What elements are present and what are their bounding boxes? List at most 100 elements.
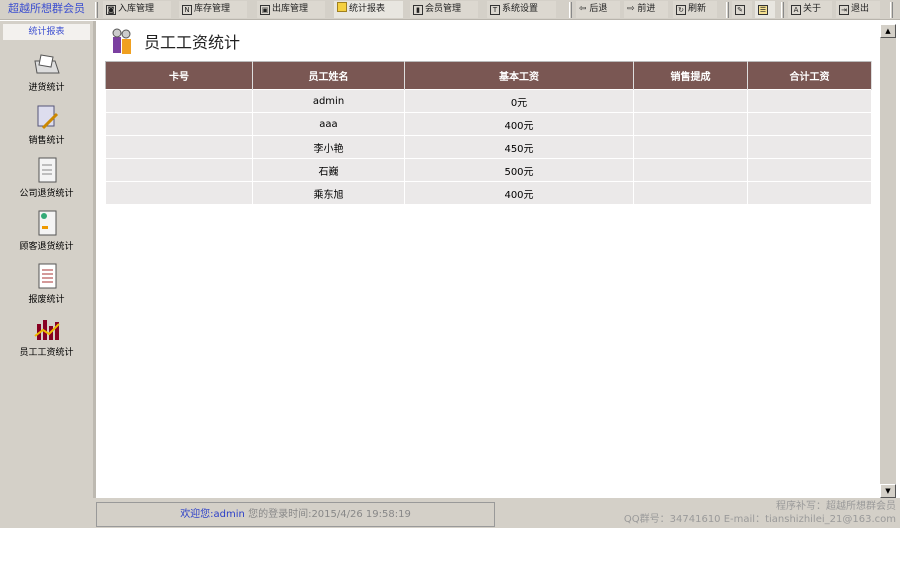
- table-row[interactable]: aaa 400元: [105, 112, 872, 136]
- tab-reports[interactable]: 统计报表: [334, 1, 403, 18]
- stock-out-icon: ▣: [260, 5, 270, 15]
- table-cell: [747, 89, 872, 113]
- sidebar-item-company-return-stats[interactable]: 公司退货统计: [0, 157, 93, 199]
- toolbar-separator: [95, 2, 98, 18]
- table-cell: 400元: [404, 181, 634, 205]
- table-cell: admin: [252, 89, 405, 113]
- settings-icon: T: [490, 5, 500, 15]
- notepad-pencil-icon: [37, 105, 58, 130]
- refresh-button[interactable]: ↻ 刷新: [673, 1, 717, 18]
- toolbar-separator: [726, 2, 729, 18]
- inventory-icon: N: [182, 5, 192, 15]
- table-cell: [105, 89, 253, 113]
- vertical-scrollbar[interactable]: ▲ ▼: [880, 24, 896, 498]
- folder-icon: [337, 2, 347, 12]
- table-cell: [633, 89, 748, 113]
- table-cell: [633, 112, 748, 136]
- edit-icon: ✎: [735, 5, 745, 15]
- page-title: 员工工资统计: [144, 33, 241, 52]
- edit-button[interactable]: ✎: [732, 1, 752, 18]
- column-header-total: 合计工资: [747, 61, 872, 90]
- sidebar-item-label: 员工工资统计: [19, 348, 74, 358]
- stock-in-icon: ◙: [106, 5, 116, 15]
- toolbar-separator: [569, 2, 572, 18]
- tab-stock-in[interactable]: ◙ 入库管理: [103, 1, 171, 18]
- column-header-card-no: 卡号: [105, 61, 253, 90]
- column-header-base-salary: 基本工资: [404, 61, 634, 90]
- table-cell: [633, 135, 748, 159]
- tab-label: 统计报表: [349, 4, 386, 14]
- forward-button[interactable]: ⇨ 前进: [624, 1, 668, 18]
- page-header: 员工工资统计: [110, 27, 240, 55]
- table-cell: 450元: [404, 135, 634, 159]
- refresh-icon: ↻: [676, 5, 686, 15]
- app-title: 超越所想群会员: [8, 2, 85, 15]
- sidebar: 统计报表 进货统计 销售统计 公司退货统计 顾客退货统计 报废统计 员工工资统计: [0, 21, 93, 528]
- login-time: 您的登录时间:2015/4/26 19:58:19: [248, 509, 411, 520]
- credits: 程序补写：超越所想群会员 QQ群号：34741610 E-mail：tianshi…: [624, 500, 896, 526]
- welcome-panel: 欢迎您:admin 您的登录时间:2015/4/26 19:58:19: [96, 502, 495, 527]
- column-header-name: 员工姓名: [252, 61, 405, 90]
- tab-stock-out[interactable]: ▣ 出库管理: [257, 1, 325, 18]
- sidebar-item-label: 销售统计: [28, 136, 65, 146]
- tab-inventory[interactable]: N 库存管理: [179, 1, 247, 18]
- table-cell: [633, 158, 748, 182]
- bar-chart-icon: [33, 320, 60, 340]
- about-button[interactable]: A 关于: [788, 1, 832, 18]
- tab-label: 库存管理: [194, 4, 231, 14]
- tab-members[interactable]: ▮ 会员管理: [410, 1, 478, 18]
- people-icon: [112, 28, 131, 54]
- table-cell: 李小艳: [252, 135, 405, 159]
- back-arrow-icon: ⇦: [579, 4, 590, 14]
- exit-icon: ⇥: [839, 5, 849, 15]
- sidebar-item-label: 报废统计: [28, 295, 65, 305]
- table-cell: 乘东旭: [252, 181, 405, 205]
- sidebar-item-purchase-stats[interactable]: 进货统计: [0, 51, 93, 93]
- back-button[interactable]: ⇦ 后退: [576, 1, 620, 18]
- sidebar-title[interactable]: 统计报表: [3, 24, 90, 40]
- table-cell: [633, 181, 748, 205]
- exit-button[interactable]: ⇥ 退出: [836, 1, 880, 18]
- tab-label: 会员管理: [425, 4, 462, 14]
- table-cell: [105, 158, 253, 182]
- tab-label: 出库管理: [272, 4, 309, 14]
- list-icon: ☰: [758, 5, 768, 15]
- report-list-icon: [38, 263, 56, 289]
- sidebar-item-label: 公司退货统计: [19, 189, 74, 199]
- table-cell: [747, 181, 872, 205]
- table-cell: 0元: [404, 89, 634, 113]
- toolbar: 超越所想群会员 ◙ 入库管理 N 库存管理 ▣ 出库管理 统计报表 ▮ 会员管理 T 系统…: [0, 0, 900, 20]
- table-cell: 400元: [404, 112, 634, 136]
- table-cell: [747, 158, 872, 182]
- sidebar-item-salary-stats[interactable]: 员工工资统计: [0, 316, 93, 358]
- sidebar-item-label: 顾客退货统计: [19, 242, 74, 252]
- list-button[interactable]: ☰: [755, 1, 775, 18]
- table-cell: [105, 181, 253, 205]
- exit-label: 退出: [851, 4, 870, 14]
- status-bar: 欢迎您:admin 您的登录时间:2015/4/26 19:58:19 程序补写…: [93, 498, 900, 528]
- folder-documents-icon: [33, 54, 60, 74]
- table-row[interactable]: 李小艳 450元: [105, 135, 872, 159]
- welcome-text: 欢迎您:admin: [180, 509, 245, 520]
- credit-line: 程序补写：超越所想群会员: [776, 501, 896, 512]
- table-cell: [747, 135, 872, 159]
- table-row[interactable]: 石巍 500元: [105, 158, 872, 182]
- scroll-down-button[interactable]: ▼: [880, 484, 896, 498]
- sidebar-item-sales-stats[interactable]: 销售统计: [0, 104, 93, 146]
- tab-settings[interactable]: T 系统设置: [487, 1, 556, 18]
- sidebar-item-customer-return-stats[interactable]: 顾客退货统计: [0, 210, 93, 252]
- sidebar-item-scrap-stats[interactable]: 报废统计: [0, 263, 93, 305]
- form-document-icon: [38, 210, 56, 236]
- table-row[interactable]: 乘东旭 400元: [105, 181, 872, 205]
- table-cell: [105, 112, 253, 136]
- sidebar-item-label: 进货统计: [28, 83, 65, 93]
- table-cell: 500元: [404, 158, 634, 182]
- back-label: 后退: [589, 4, 608, 14]
- about-label: 关于: [803, 4, 822, 14]
- scroll-up-button[interactable]: ▲: [880, 24, 896, 38]
- table-cell: aaa: [252, 112, 405, 136]
- toolbar-separator: [781, 2, 784, 18]
- table-row[interactable]: admin 0元: [105, 89, 872, 113]
- document-icon: [38, 157, 56, 183]
- table-cell: [105, 135, 253, 159]
